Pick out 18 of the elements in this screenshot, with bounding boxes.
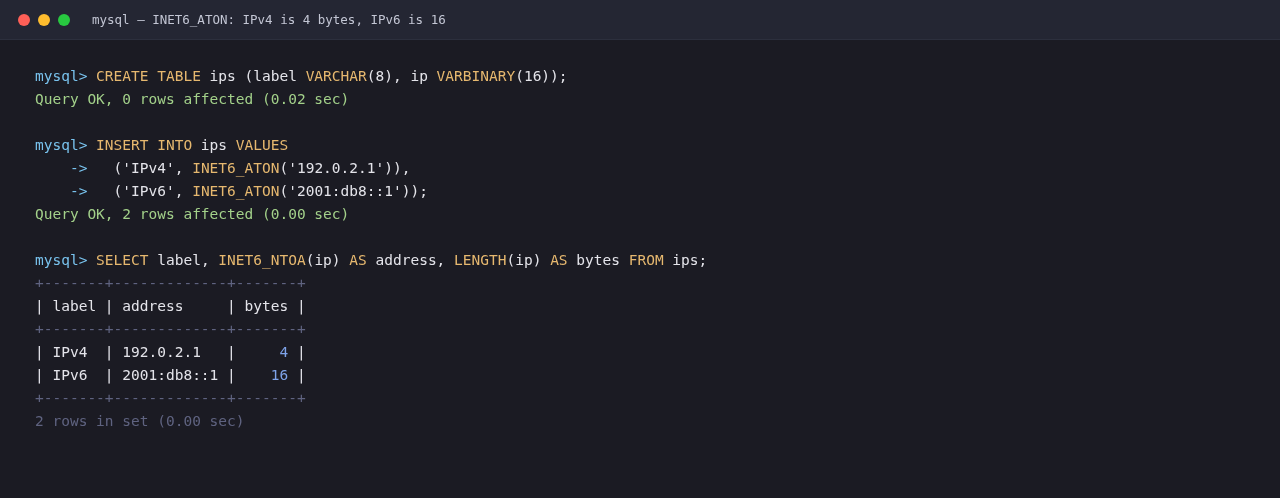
terminal-line: 2 rows in set (0.00 sec) [35, 412, 246, 431]
terminal-line: mysql> CREATE TABLE ips (label VARCHAR(8), ip VARBINARY(16)); [35, 67, 569, 86]
terminal-line: | IPv4 | 192.0.2.1 | 4 | [35, 343, 307, 363]
zoom-button[interactable] [58, 13, 70, 26]
terminal-line: Query OK, 2 rows affected (0.00 sec) [35, 205, 351, 224]
terminal-line: -> ('IPv6', INET6_ATON('2001:db8::1')); [68, 182, 429, 202]
terminal-line: | label | address | bytes | [35, 297, 307, 317]
terminal-line: +-------+-------------+-------+ [35, 274, 307, 293]
terminal-line: mysql> SELECT label, INET6_NTOA(ip) AS address, LENGTH(ip) AS bytes FROM ips; [35, 251, 709, 271]
minimize-button[interactable] [38, 13, 50, 26]
terminal-line: mysql> INSERT INTO ips VALUES [35, 136, 290, 155]
terminal-line: +-------+-------------+-------+ [35, 389, 307, 408]
terminal-line: -> ('IPv4', INET6_ATON('192.0.2.1')), [68, 159, 412, 179]
terminal-line: Query OK, 0 rows affected (0.02 sec) [35, 90, 351, 109]
close-button[interactable] [18, 13, 30, 26]
terminal-line: +-------+-------------+-------+ [35, 320, 307, 339]
terminal-line: | IPv6 | 2001:db8::1 | 16 | [35, 366, 307, 386]
window-title: mysql — INET6_ATON: IPv4 is 4 bytes, IPv6 is 16 [92, 12, 446, 27]
